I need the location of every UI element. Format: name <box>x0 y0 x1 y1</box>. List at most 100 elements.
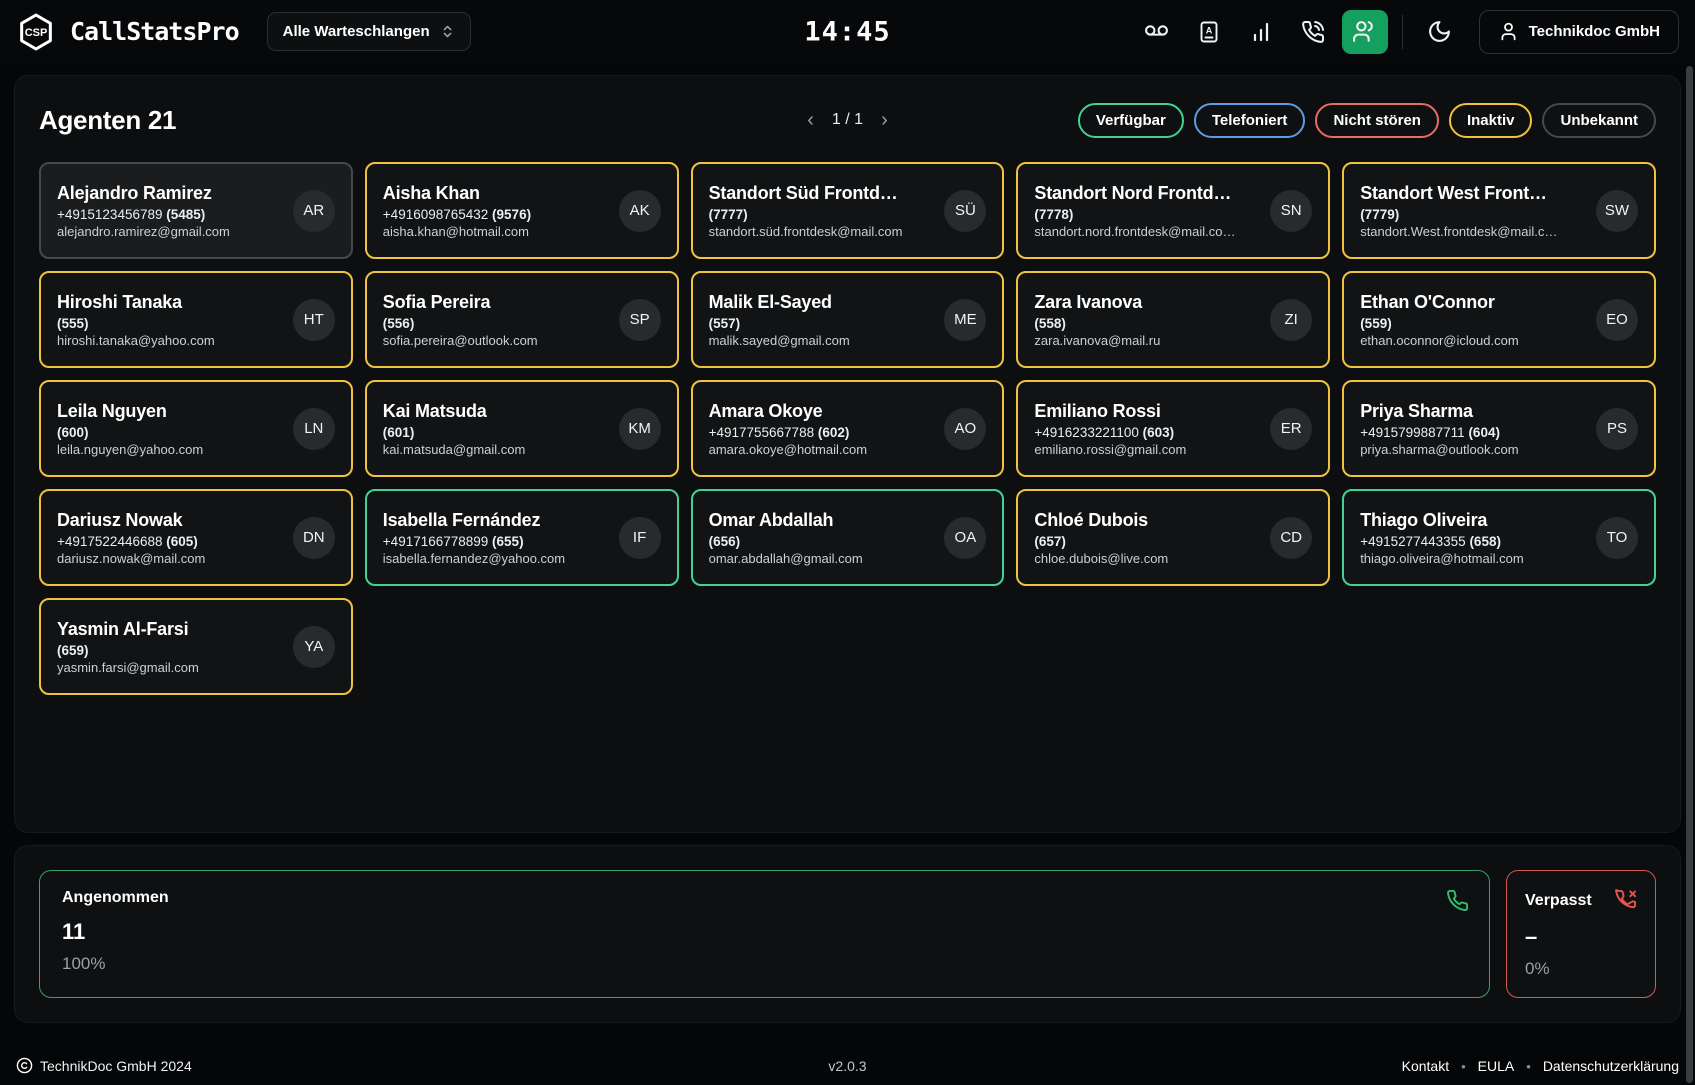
footer-copyright: TechnikDoc GmbH 2024 <box>16 1057 192 1074</box>
agent-email: alejandro.ramirez@gmail.com <box>57 224 283 239</box>
agent-name: Malik El-Sayed <box>709 292 935 313</box>
agent-card[interactable]: Dariusz Nowak +4917522446688 (605) dariu… <box>39 489 353 586</box>
dark-mode-toggle[interactable] <box>1417 10 1463 54</box>
agent-card[interactable]: Kai Matsuda (601) kai.matsuda@gmail.com … <box>365 380 679 477</box>
avatar: EO <box>1596 299 1638 341</box>
agent-name: Standort Süd Frontd… <box>709 183 935 204</box>
agent-email: dariusz.nowak@mail.com <box>57 551 283 566</box>
agent-name: Ethan O'Connor <box>1360 292 1586 313</box>
agent-extension: (555) <box>57 316 89 331</box>
agent-name: Leila Nguyen <box>57 401 283 422</box>
agent-info: Alejandro Ramirez +4915123456789 (5485) … <box>57 183 283 239</box>
agent-info: Zara Ivanova (558) zara.ivanova@mail.ru <box>1034 292 1260 348</box>
agent-extension: (7778) <box>1034 207 1073 222</box>
pagination-prev-button[interactable]: ‹ <box>807 110 814 130</box>
agent-phone: (657) <box>1034 534 1260 549</box>
agent-info: Hiroshi Tanaka (555) hiroshi.tanaka@yaho… <box>57 292 283 348</box>
footer-link[interactable]: Kontakt <box>1402 1058 1449 1074</box>
agent-email: ethan.oconnor@icloud.com <box>1360 333 1586 348</box>
agent-phone: (557) <box>709 316 935 331</box>
agent-card[interactable]: Standort Süd Frontd… (7777) standort.süd… <box>691 162 1005 259</box>
agent-info: Standort Nord Frontd… (7778) standort.no… <box>1034 183 1260 239</box>
statistics-button[interactable] <box>1238 10 1284 54</box>
scrollbar[interactable] <box>1686 66 1694 1083</box>
voicemail-button[interactable] <box>1134 10 1180 54</box>
agent-email: sofia.pereira@outlook.com <box>383 333 609 348</box>
avatar: IF <box>619 517 661 559</box>
agent-card[interactable]: Yasmin Al-Farsi (659) yasmin.farsi@gmail… <box>39 598 353 695</box>
missed-percent: 0% <box>1525 959 1637 979</box>
agent-card[interactable]: Alejandro Ramirez +4915123456789 (5485) … <box>39 162 353 259</box>
agent-extension: (7779) <box>1360 207 1399 222</box>
pagination-label: 1 / 1 <box>832 111 863 129</box>
footer-link[interactable]: Datenschutzerklärung <box>1543 1058 1679 1074</box>
agent-email: hiroshi.tanaka@yahoo.com <box>57 333 283 348</box>
agent-email: aisha.khan@hotmail.com <box>383 224 609 239</box>
avatar: ZI <box>1270 299 1312 341</box>
status-filter-chip[interactable]: Unbekannt <box>1542 103 1656 138</box>
status-filter-chip[interactable]: Verfügbar <box>1078 103 1184 138</box>
agent-name: Sofia Pereira <box>383 292 609 313</box>
agent-phone-number: +4916233221100 <box>1034 425 1142 440</box>
calls-button[interactable] <box>1290 10 1336 54</box>
agent-card[interactable]: Sofia Pereira (556) sofia.pereira@outloo… <box>365 271 679 368</box>
agent-phone-number: +4915123456789 <box>57 207 166 222</box>
status-filter-chip[interactable]: Inaktiv <box>1449 103 1533 138</box>
filter-chip-label: Telefoniert <box>1212 112 1288 129</box>
chevrons-up-down-icon <box>440 24 455 39</box>
agent-info: Sofia Pereira (556) sofia.pereira@outloo… <box>383 292 609 348</box>
agents-button[interactable] <box>1342 10 1388 54</box>
agent-phone-number: +4917755667788 <box>709 425 818 440</box>
agent-card[interactable]: Amara Okoye +4917755667788 (602) amara.o… <box>691 380 1005 477</box>
status-filter-chip[interactable]: Nicht stören <box>1315 103 1439 138</box>
agent-info: Omar Abdallah (656) omar.abdallah@gmail.… <box>709 510 935 566</box>
avatar: ME <box>944 299 986 341</box>
agent-email: zara.ivanova@mail.ru <box>1034 333 1260 348</box>
contacts-button[interactable]: A <box>1186 10 1232 54</box>
agent-card[interactable]: Omar Abdallah (656) omar.abdallah@gmail.… <box>691 489 1005 586</box>
missed-calls-card: Verpasst – 0% <box>1506 870 1656 998</box>
agent-card[interactable]: Hiroshi Tanaka (555) hiroshi.tanaka@yaho… <box>39 271 353 368</box>
agent-info: Kai Matsuda (601) kai.matsuda@gmail.com <box>383 401 609 457</box>
agent-card[interactable]: Standort West Front… (7779) standort.Wes… <box>1342 162 1656 259</box>
agent-card[interactable]: Zara Ivanova (558) zara.ivanova@mail.ru … <box>1016 271 1330 368</box>
filter-chip-label: Inaktiv <box>1467 112 1515 129</box>
footer-link[interactable]: EULA <box>1478 1058 1515 1074</box>
avatar: YA <box>293 626 335 668</box>
avatar: CD <box>1270 517 1312 559</box>
app-logo-icon: CSP <box>16 12 56 52</box>
status-filter-chip[interactable]: Telefoniert <box>1194 103 1306 138</box>
voicemail-icon <box>1144 19 1169 44</box>
scrollbar-thumb[interactable] <box>1686 66 1693 1083</box>
agent-card[interactable]: Aisha Khan +4916098765432 (9576) aisha.k… <box>365 162 679 259</box>
agent-card[interactable]: Chloé Dubois (657) chloe.dubois@live.com… <box>1016 489 1330 586</box>
agent-card[interactable]: Thiago Oliveira +4915277443355 (658) thi… <box>1342 489 1656 586</box>
agent-phone-number: +4917522446688 <box>57 534 166 549</box>
agent-card[interactable]: Ethan O'Connor (559) ethan.oconnor@iclou… <box>1342 271 1656 368</box>
agent-card[interactable]: Leila Nguyen (600) leila.nguyen@yahoo.co… <box>39 380 353 477</box>
agent-card[interactable]: Malik El-Sayed (557) malik.sayed@gmail.c… <box>691 271 1005 368</box>
footer-link-separator: • <box>1461 1059 1466 1074</box>
page-title: Agenten 21 <box>39 105 176 136</box>
agent-card[interactable]: Standort Nord Frontd… (7778) standort.no… <box>1016 162 1330 259</box>
agent-card[interactable]: Priya Sharma +4915799887711 (604) priya.… <box>1342 380 1656 477</box>
avatar: LN <box>293 408 335 450</box>
agent-email: malik.sayed@gmail.com <box>709 333 935 348</box>
agent-phone: (659) <box>57 643 283 658</box>
agent-extension: (7777) <box>709 207 748 222</box>
avatar: TO <box>1596 517 1638 559</box>
agent-extension: (658) <box>1469 534 1501 549</box>
agent-extension: (604) <box>1468 425 1500 440</box>
agent-card[interactable]: Isabella Fernández +4917166778899 (655) … <box>365 489 679 586</box>
phone-icon <box>1446 889 1469 912</box>
svg-text:A: A <box>1205 25 1212 35</box>
moon-icon <box>1427 19 1452 44</box>
agent-extension: (9576) <box>492 207 531 222</box>
account-button[interactable]: Technikdoc GmbH <box>1479 10 1679 54</box>
agent-phone: +4915277443355 (658) <box>1360 534 1586 549</box>
agent-card[interactable]: Emiliano Rossi +4916233221100 (603) emil… <box>1016 380 1330 477</box>
agent-email: leila.nguyen@yahoo.com <box>57 442 283 457</box>
agent-extension: (602) <box>818 425 850 440</box>
queue-selector-dropdown[interactable]: Alle Warteschlangen <box>267 12 471 51</box>
pagination-next-button[interactable]: › <box>881 110 888 130</box>
